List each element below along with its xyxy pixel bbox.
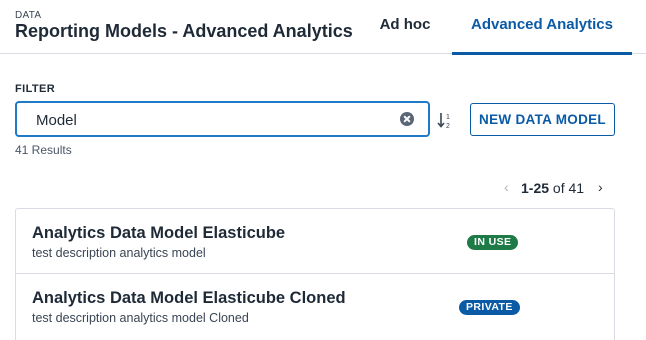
pagination-status: 1-25 of 41 xyxy=(521,180,584,196)
new-data-model-button[interactable]: NEW DATA MODEL xyxy=(470,103,615,136)
status-badge: IN USE xyxy=(467,235,519,250)
pagination-range: 1-25 xyxy=(521,180,550,196)
pagination-total: of 41 xyxy=(549,180,585,196)
model-title: Analytics Data Model Elasticube xyxy=(32,224,286,242)
tab-advanced-analytics[interactable]: Advanced Analytics xyxy=(452,0,632,55)
list-item[interactable]: Analytics Data Model Elasticube test des… xyxy=(16,209,614,274)
filter-field[interactable] xyxy=(15,101,430,137)
list-item[interactable]: Analytics Data Model Elasticube Cloned t… xyxy=(16,274,614,339)
clear-icon[interactable] xyxy=(400,112,414,126)
model-list: Analytics Data Model Elasticube test des… xyxy=(15,208,615,340)
page-root: DATA Reporting Models - Advanced Analyti… xyxy=(0,0,646,340)
section-eyebrow: DATA xyxy=(15,10,42,21)
model-description: test description analytics model Cloned xyxy=(32,311,249,325)
filter-input[interactable] xyxy=(36,110,391,130)
tab-ad-hoc[interactable]: Ad hoc xyxy=(365,0,445,54)
page-title: Reporting Models - Advanced Analytics xyxy=(15,21,353,41)
chevron-left-icon[interactable]: ‹ xyxy=(504,179,509,195)
pagination: ‹ 1-25 of 41 › xyxy=(504,179,614,197)
filter-label: FILTER xyxy=(15,83,56,95)
model-title: Analytics Data Model Elasticube Cloned xyxy=(32,289,346,307)
model-description: test description analytics model xyxy=(32,246,206,260)
sort-icon[interactable]: 1 2 xyxy=(437,110,455,130)
svg-text:2: 2 xyxy=(446,123,450,130)
status-badge: PRIVATE xyxy=(459,300,520,315)
svg-text:1: 1 xyxy=(446,114,450,121)
page-header: DATA Reporting Models - Advanced Analyti… xyxy=(0,0,646,55)
chevron-right-icon[interactable]: › xyxy=(598,179,603,195)
results-count: 41 Results xyxy=(15,143,72,157)
